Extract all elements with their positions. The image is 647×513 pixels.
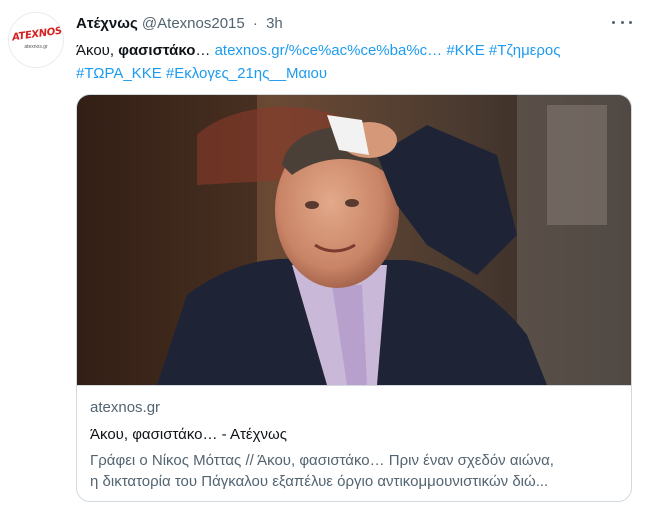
hashtag-link[interactable]: #ΤΩΡΑ_ΚΚΕ	[76, 65, 162, 82]
tweet-text-bold: φασιστάκο	[118, 42, 196, 59]
card-description-line: η δικτατορία του Πάγκαλου εξαπέλυε όργιο…	[90, 473, 549, 490]
tweet-header: Ατέχνως @Atexnos2015 · 3h	[76, 14, 283, 34]
avatar-logo-text: ATEXNOS	[11, 25, 63, 44]
card-divider	[77, 385, 631, 386]
tweet-text-ellipsis: …	[195, 42, 215, 59]
hashtag-link[interactable]: #ΚΚΕ	[446, 42, 484, 59]
author-handle[interactable]: @Atexnos2015	[142, 15, 245, 32]
card-description-line: Γράφει ο Νίκος Μόττας // Άκου, φασιστάκο…	[90, 452, 554, 469]
card-title: Άκου, φασιστάκο… - Ατέχνως	[90, 426, 287, 443]
avatar-logo-subtext: atexnos.gr	[24, 44, 48, 50]
avatar[interactable]: ATEXNOS atexnos.gr	[8, 12, 64, 68]
link-preview-card[interactable]: atexnos.gr Άκου, φασιστάκο… - Ατέχνως Γρ…	[76, 94, 632, 502]
header-separator: ·	[252, 15, 258, 32]
hashtag-link[interactable]: #Τζημερος	[489, 42, 561, 59]
tweet-url-link[interactable]: atexnos.gr/%ce%ac%ce%ba%c…	[215, 42, 443, 59]
tweet-timestamp[interactable]: 3h	[266, 15, 283, 32]
card-image[interactable]	[77, 95, 631, 385]
hashtag-link[interactable]: #Εκλογες_21ης__Μαιου	[166, 65, 327, 82]
card-body[interactable]: atexnos.gr Άκου, φασιστάκο… - Ατέχνως Γρ…	[90, 398, 620, 492]
card-domain: atexnos.gr	[90, 399, 161, 416]
author-name[interactable]: Ατέχνως	[76, 15, 138, 32]
tweet-text: Άκου, φασιστάκο… atexnos.gr/%ce%ac%ce%ba…	[76, 39, 636, 85]
card-description: Γράφει ο Νίκος Μόττας // Άκου, φασιστάκο…	[90, 450, 620, 492]
tweet[interactable]: ATEXNOS atexnos.gr Ατέχνως @Atexnos2015 …	[0, 0, 647, 513]
more-options-icon[interactable]	[612, 15, 632, 29]
tweet-text-lead: Άκου,	[76, 42, 119, 59]
